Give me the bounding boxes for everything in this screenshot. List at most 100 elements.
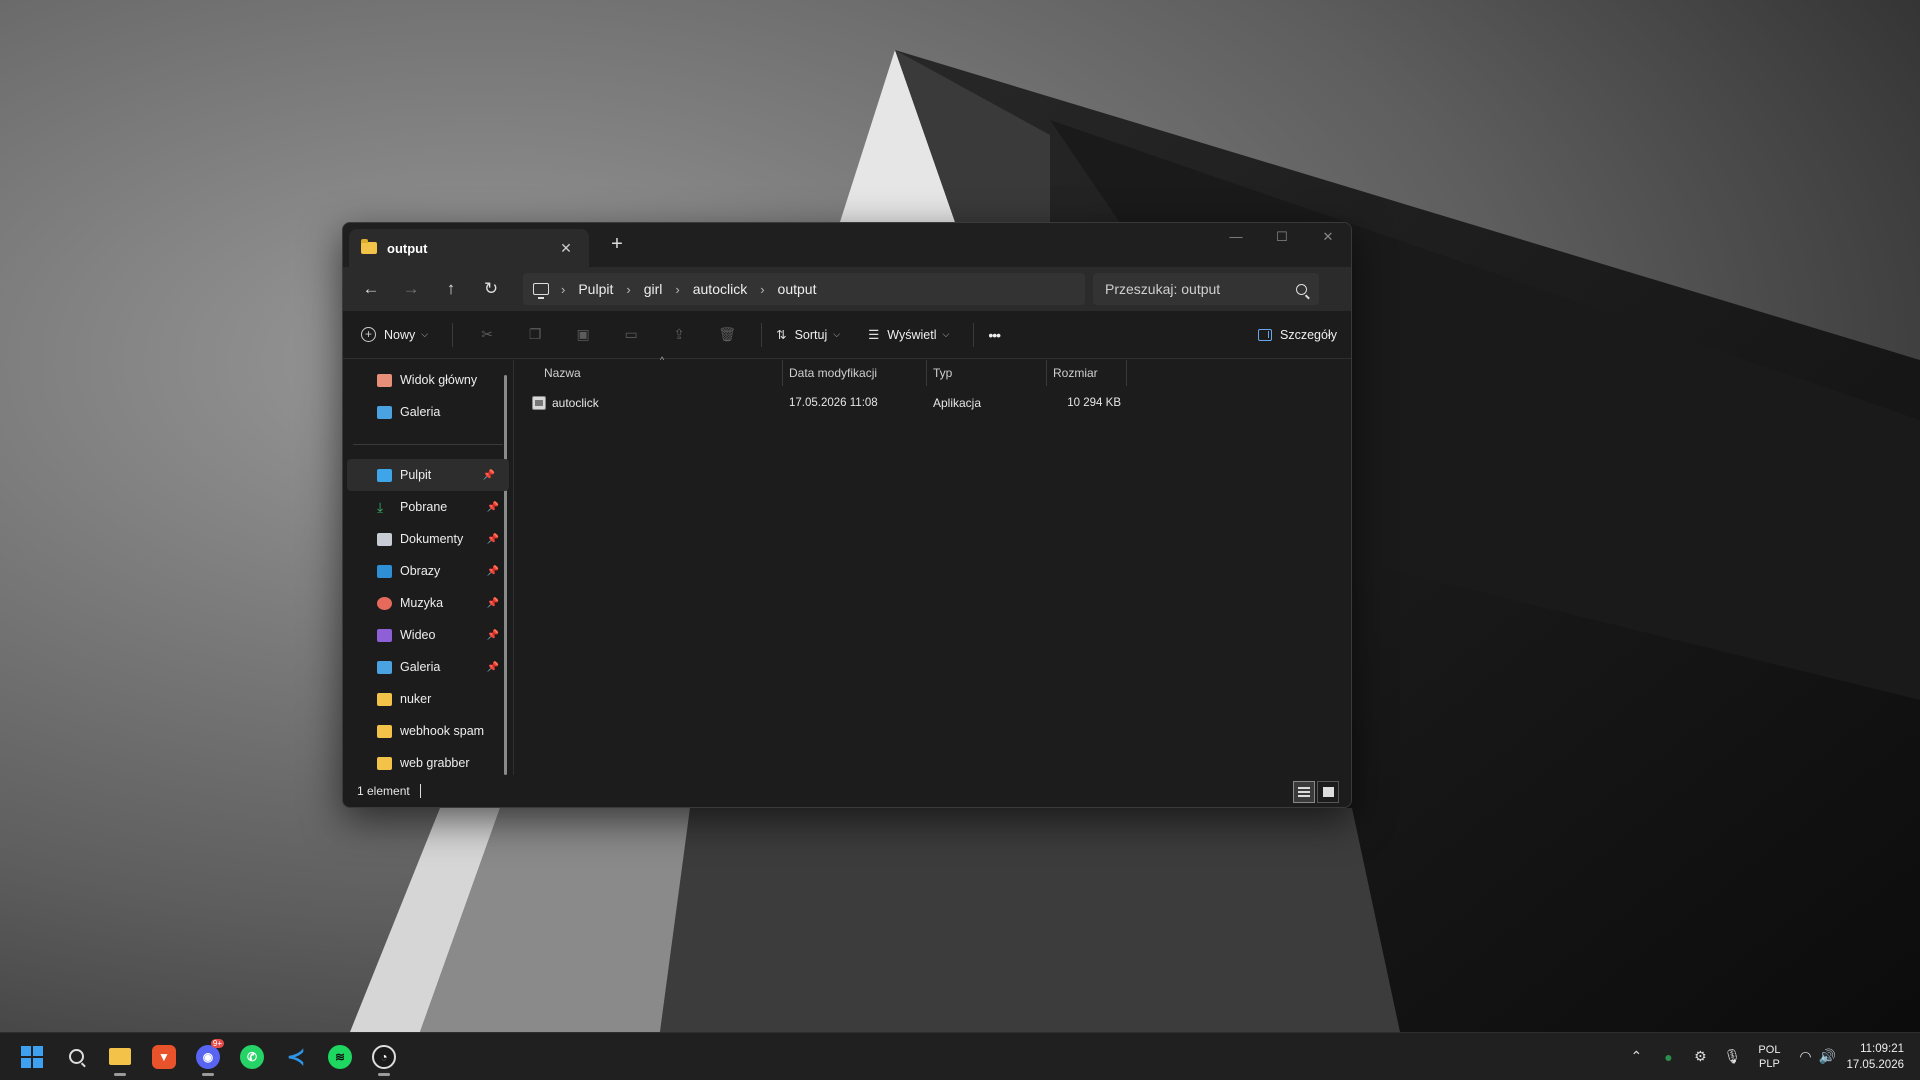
close-window-button[interactable]: ✕: [1305, 223, 1351, 253]
chevron-up-icon[interactable]: ⌃: [1620, 1048, 1652, 1065]
pin-icon[interactable]: 📌: [487, 566, 499, 577]
cut-icon[interactable]: ✂: [463, 319, 511, 351]
pin-icon[interactable]: 📌: [487, 662, 499, 673]
maximize-button[interactable]: ☐: [1259, 223, 1305, 253]
vscode-button[interactable]: ≺: [274, 1037, 318, 1077]
chevron-right-icon[interactable]: ›: [760, 282, 764, 297]
tab-output[interactable]: output ✕: [349, 229, 589, 267]
volume-icon[interactable]: 🔊: [1816, 1048, 1838, 1065]
clock[interactable]: 11:09:21 17.05.2026: [1846, 1041, 1904, 1073]
file-row[interactable]: autoclick 17.05.2026 11:08 Aplikacja 10 …: [514, 390, 1351, 416]
whatsapp-icon: ✆: [240, 1044, 264, 1069]
large-icons-view-icon: [1322, 787, 1334, 797]
details-button[interactable]: Szczegóły: [1258, 328, 1337, 342]
view-icon: ☰: [868, 328, 880, 342]
sidebar-item-pictures[interactable]: Obrazy 📌: [343, 555, 513, 587]
rename-icon[interactable]: ▭: [607, 319, 655, 351]
file-explorer-button[interactable]: [98, 1037, 142, 1077]
language-indicator[interactable]: POL PLP: [1758, 1043, 1780, 1071]
large-icons-view-button[interactable]: [1317, 781, 1339, 803]
sidebar-item-webhook-spam[interactable]: webhook spam: [343, 715, 513, 747]
folder-icon: [361, 239, 377, 254]
sidebar-item-downloads[interactable]: ⤓ Pobrane 📌: [343, 491, 513, 523]
sort-button[interactable]: ⇅ Sortuj ⌵: [772, 319, 844, 351]
new-tab-button[interactable]: +: [603, 233, 631, 256]
title-bar: output ✕ + — ☐ ✕: [343, 223, 1351, 267]
sidebar-item-label: Obrazy: [400, 564, 441, 578]
refresh-button[interactable]: ↻: [471, 273, 511, 305]
pin-icon[interactable]: 📌: [487, 534, 499, 545]
command-bar: + Nowy ⌵ ✂ ❐ ▣ ▭ ⇪ 🗑 ⇅ Sortuj ⌵ ☰ Wyświe…: [343, 311, 1351, 359]
brave-button[interactable]: ▼: [142, 1037, 186, 1077]
view-button[interactable]: ☰ Wyświetl ⌵: [864, 319, 953, 351]
pin-icon[interactable]: 📌: [483, 470, 495, 481]
steam-icon[interactable]: ⚙: [1684, 1048, 1716, 1065]
breadcrumb-autoclick[interactable]: autoclick: [693, 281, 747, 297]
chevron-down-icon: ⌵: [833, 329, 841, 339]
spotify-icon: ≋: [328, 1044, 352, 1069]
back-button[interactable]: ←: [351, 273, 391, 305]
search-button[interactable]: [54, 1037, 98, 1077]
pin-icon[interactable]: 📌: [487, 630, 499, 641]
sidebar-item-video[interactable]: Wideo 📌: [343, 619, 513, 651]
copy-icon[interactable]: ❐: [511, 319, 559, 351]
paste-icon[interactable]: ▣: [559, 319, 607, 351]
navigation-bar: ← → ↑ ↻ › Pulpit › girl › autoclick › ou…: [343, 267, 1351, 311]
breadcrumb-girl[interactable]: girl: [644, 281, 663, 297]
more-options-button[interactable]: •••: [984, 319, 1004, 351]
network-app-icon[interactable]: ●: [1652, 1049, 1684, 1065]
keyboard-layout: PLP: [1759, 1057, 1780, 1070]
sidebar-item-nuker[interactable]: nuker: [343, 683, 513, 715]
column-header-type[interactable]: Typ: [927, 360, 1047, 386]
whatsapp-button[interactable]: ✆: [230, 1037, 274, 1077]
sidebar-item-label: Muzyka: [400, 596, 444, 610]
column-header-modified[interactable]: Data modyfikacji: [783, 360, 927, 386]
delete-icon[interactable]: 🗑: [703, 319, 751, 351]
sidebar-item-desktop[interactable]: Pulpit 📌: [347, 459, 509, 491]
details-view-button[interactable]: [1293, 781, 1315, 803]
chevron-down-icon: ⌵: [421, 329, 429, 339]
clock-time: 11:09:21: [1860, 1042, 1904, 1055]
status-bar: 1 element: [343, 775, 1351, 807]
chevron-right-icon[interactable]: ›: [626, 282, 630, 297]
file-explorer-icon: [109, 1048, 131, 1065]
column-header-size[interactable]: Rozmiar: [1047, 360, 1127, 386]
minimize-button[interactable]: —: [1213, 223, 1259, 253]
pin-icon[interactable]: 📌: [487, 502, 499, 513]
discord-button[interactable]: ◉ 9+: [186, 1037, 230, 1077]
sidebar-item-home[interactable]: Widok główny: [343, 364, 513, 396]
breadcrumb-pulpit[interactable]: Pulpit: [578, 281, 613, 297]
this-pc-icon[interactable]: [533, 283, 549, 299]
pictures-icon: [377, 564, 392, 578]
item-count: 1 element: [357, 784, 410, 798]
start-button[interactable]: [10, 1037, 54, 1077]
desktop-icon: [377, 468, 392, 482]
wifi-icon[interactable]: ◠: [1794, 1048, 1816, 1065]
new-button[interactable]: + Nowy ⌵: [357, 319, 432, 351]
taskbar: ▼ ◉ 9+ ✆ ≺ ≋ ◔ ⌃ ● ⚙ 🎙 POL PLP ◠ 🔊 11:09…: [0, 1032, 1920, 1080]
up-button[interactable]: ↑: [431, 273, 471, 305]
home-icon: [377, 373, 392, 387]
sidebar-item-documents[interactable]: Dokumenty 📌: [343, 523, 513, 555]
sidebar-item-gallery-pinned[interactable]: Galeria 📌: [343, 651, 513, 683]
forward-button[interactable]: →: [391, 273, 431, 305]
search-input[interactable]: Przeszukaj: output: [1093, 273, 1319, 305]
file-name: autoclick: [552, 395, 599, 410]
pin-icon[interactable]: 📌: [487, 598, 499, 609]
gallery-icon: [377, 660, 392, 674]
sidebar-item-music[interactable]: Muzyka 📌: [343, 587, 513, 619]
sidebar-item-gallery[interactable]: Galeria: [343, 396, 513, 428]
obs-button[interactable]: ◔: [362, 1037, 406, 1077]
downloads-icon: ⤓: [377, 498, 384, 515]
microphone-icon[interactable]: 🎙: [1716, 1048, 1748, 1065]
chevron-right-icon[interactable]: ›: [675, 282, 679, 297]
chevron-right-icon[interactable]: ›: [561, 282, 565, 297]
address-bar[interactable]: › Pulpit › girl › autoclick › output: [523, 273, 1085, 305]
share-icon[interactable]: ⇪: [655, 319, 703, 351]
spotify-button[interactable]: ≋: [318, 1037, 362, 1077]
sidebar-item-label: webhook spam: [400, 724, 485, 738]
search-icon[interactable]: [1296, 283, 1307, 295]
close-tab-button[interactable]: ✕: [555, 240, 577, 257]
notification-badge: 9+: [210, 1038, 224, 1048]
breadcrumb-output[interactable]: output: [778, 281, 817, 297]
